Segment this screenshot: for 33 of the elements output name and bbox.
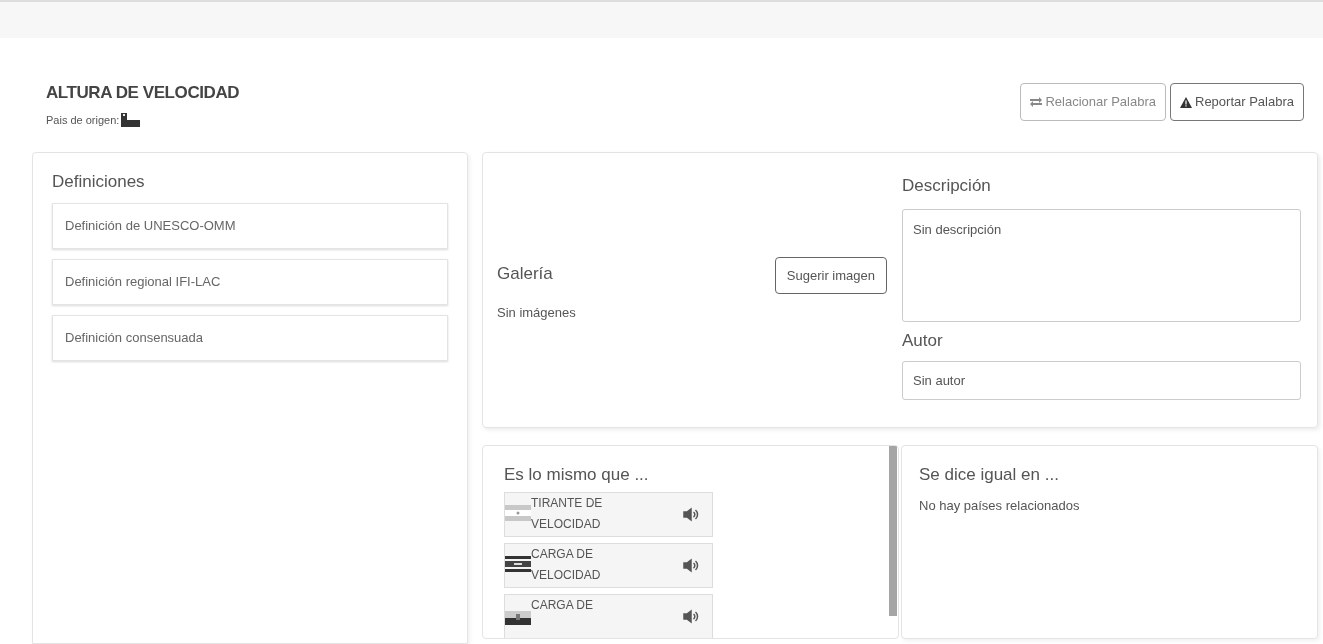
flag-icon [121,112,141,127]
empty-message: Sin imágenes [497,303,576,322]
synonym-text: CARGA DE [531,596,594,614]
definition-item[interactable]: Definición de UNESCO-OMM [52,202,448,249]
definition-item[interactable]: Definición regional IFI-LAC [52,258,448,305]
word-title: ALTURA DE VELOCIDAD [46,82,240,104]
suggest-image-button[interactable]: Sugerir imagen [774,257,887,294]
gallery-title: Galería [497,263,554,285]
scrollbar[interactable] [889,446,897,616]
synonym-item[interactable]: TIRANTE DE VELOCIDAD [504,491,713,537]
speaker-icon[interactable] [683,608,700,624]
panel-title: Es lo mismo que ... [504,464,650,486]
panel-title: Se dice igual en ... [919,464,1060,486]
speaker-icon[interactable] [683,557,700,573]
swap-arrows-icon [1030,97,1043,107]
author-field[interactable]: Sin autor [902,361,1301,400]
flag-icon [505,502,531,523]
synonym-item[interactable]: CARGA DE [504,593,713,638]
synonym-text: CARGA DE VELOCIDAD [531,545,602,584]
author-title: Autor [902,329,944,352]
definition-item[interactable]: Definición consensuada [52,314,448,361]
warning-icon [1180,96,1192,108]
description-title: Descripción [902,175,992,197]
report-word-button[interactable]: Reportar Palabra [1170,83,1304,121]
flag-icon [505,553,531,574]
synonym-text: TIRANTE DE VELOCIDAD [531,494,604,533]
relate-word-button[interactable]: Relacionar Palabra [1020,83,1166,121]
panel-title: Definiciones [52,171,146,193]
origin-label: Pais de origen: [46,112,120,128]
synonym-item[interactable]: CARGA DE VELOCIDAD [504,542,713,588]
description-field[interactable]: Sin descripción [902,208,1301,322]
speaker-icon[interactable] [683,506,700,522]
empty-message: No hay países relacionados [919,496,1081,515]
